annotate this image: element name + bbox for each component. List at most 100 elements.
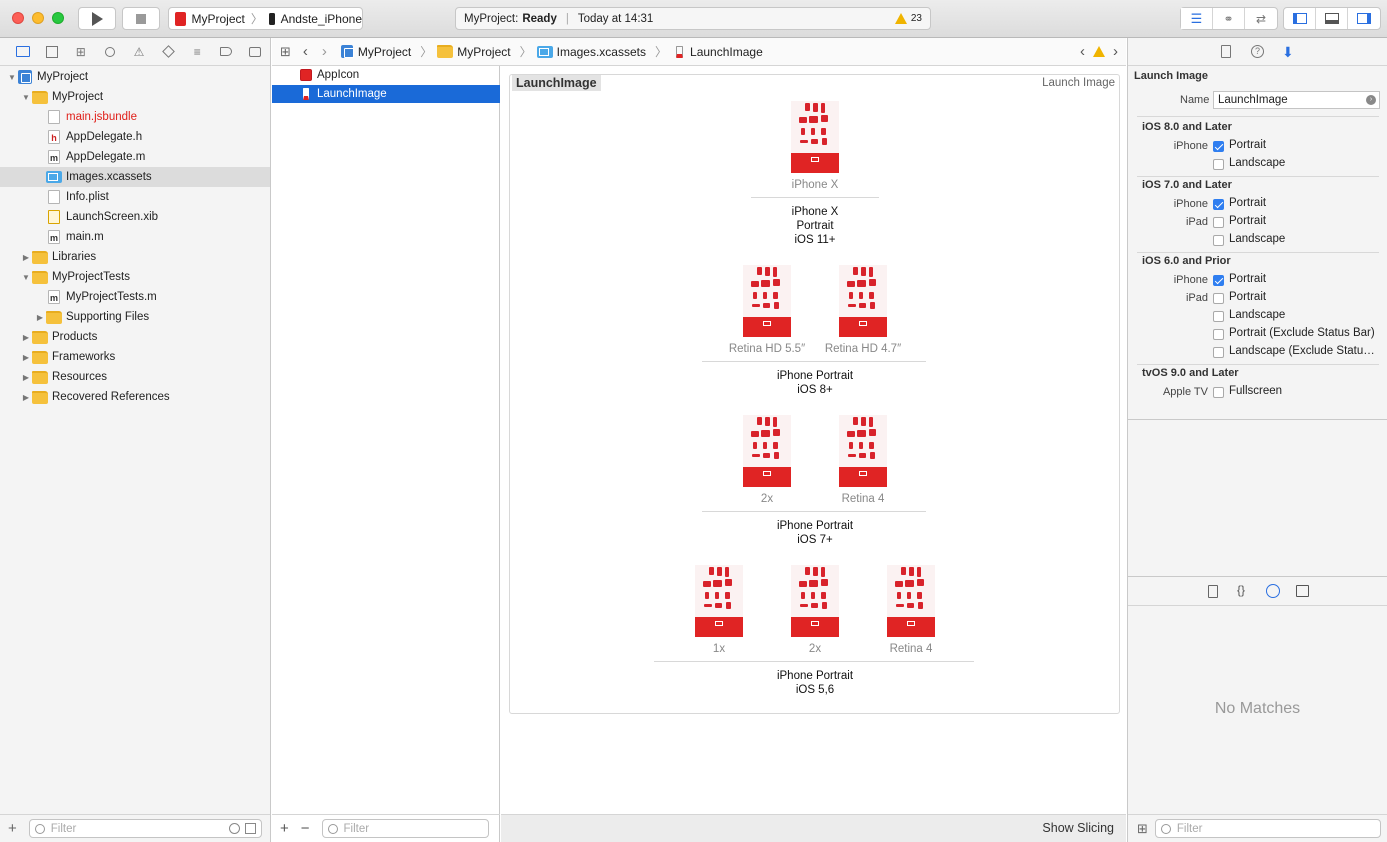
related-items-icon[interactable]: ⊞ bbox=[280, 44, 291, 60]
show-slicing-button[interactable]: Show Slicing bbox=[1042, 821, 1114, 835]
code-snippet-tab[interactable]: {} bbox=[1237, 583, 1245, 597]
navigator-filter-field[interactable]: Filter bbox=[28, 819, 262, 838]
forward-button[interactable]: › bbox=[322, 43, 327, 60]
tree-row-group-myproject[interactable]: ▼ MyProject bbox=[0, 87, 270, 107]
tree-row-root-project[interactable]: ▼ MyProject bbox=[0, 67, 270, 87]
tree-row-file-launchscreen-xib[interactable]: LaunchScreen.xib bbox=[0, 207, 270, 227]
orientation-label[interactable]: Portrait (Exclude Status Bar) bbox=[1229, 327, 1379, 339]
issue-navigator-tab[interactable]: ⚠ bbox=[124, 42, 153, 62]
run-button[interactable] bbox=[78, 7, 116, 30]
file-inspector-tab[interactable] bbox=[1221, 45, 1231, 58]
orientation-checkbox[interactable] bbox=[1213, 329, 1224, 340]
orientation-checkbox[interactable] bbox=[1213, 159, 1224, 170]
previous-issue-button[interactable]: ‹ bbox=[1080, 43, 1085, 60]
debug-navigator-tab[interactable]: ≡ bbox=[183, 42, 212, 62]
media-library-tab[interactable] bbox=[1296, 585, 1309, 597]
orientation-checkbox[interactable] bbox=[1213, 199, 1224, 210]
launch-image-thumbnail[interactable] bbox=[839, 415, 887, 487]
standard-editor-button[interactable]: ☰ bbox=[1181, 8, 1213, 29]
tree-row-group-libraries[interactable]: ▶ Libraries bbox=[0, 247, 270, 267]
assistant-editor-button[interactable]: ⚭ bbox=[1213, 8, 1245, 29]
zoom-window-button[interactable] bbox=[52, 12, 64, 24]
launch-image-thumbnail[interactable] bbox=[743, 415, 791, 487]
orientation-label[interactable]: Portrait bbox=[1229, 197, 1379, 209]
disclosure-open-icon[interactable]: ▼ bbox=[6, 73, 18, 82]
launch-image-thumbnail[interactable] bbox=[743, 265, 791, 337]
version-editor-button[interactable]: ⇄ bbox=[1245, 8, 1277, 29]
tree-row-file-main-m[interactable]: m main.m bbox=[0, 227, 270, 247]
tree-row-file-images-xcassets[interactable]: Images.xcassets bbox=[0, 167, 270, 187]
launch-image-thumbnail[interactable] bbox=[887, 565, 935, 637]
tree-row-group-resources[interactable]: ▶ Resources bbox=[0, 367, 270, 387]
orientation-checkbox[interactable] bbox=[1213, 311, 1224, 322]
disclosure-closed-icon[interactable]: ▶ bbox=[34, 313, 46, 322]
crumb-group[interactable]: MyProject bbox=[437, 45, 511, 59]
launch-image-thumbnail[interactable] bbox=[791, 565, 839, 637]
issue-warning-icon[interactable] bbox=[1093, 46, 1105, 57]
orientation-label[interactable]: Landscape bbox=[1229, 233, 1379, 245]
back-button[interactable]: ‹ bbox=[303, 43, 308, 60]
launch-image-thumbnail[interactable] bbox=[791, 101, 839, 173]
object-library-tab[interactable] bbox=[1266, 584, 1280, 598]
orientation-checkbox[interactable] bbox=[1213, 275, 1224, 286]
scm-filter-icon[interactable] bbox=[244, 823, 256, 834]
test-navigator-tab[interactable] bbox=[154, 42, 183, 62]
find-navigator-tab[interactable] bbox=[95, 42, 124, 62]
source-control-tab[interactable] bbox=[37, 42, 66, 62]
tree-row-file-myprojecttests-m[interactable]: m MyProjectTests.m bbox=[0, 287, 270, 307]
toggle-inspector-button[interactable] bbox=[1348, 8, 1380, 29]
orientation-checkbox[interactable] bbox=[1213, 347, 1224, 358]
orientation-label[interactable]: Fullscreen bbox=[1229, 385, 1379, 397]
disclosure-closed-icon[interactable]: ▶ bbox=[20, 353, 32, 362]
asset-launchimage[interactable]: LaunchImage bbox=[272, 85, 500, 103]
tree-row-group-supporting-files[interactable]: ▶ Supporting Files bbox=[0, 307, 270, 327]
orientation-checkbox[interactable] bbox=[1213, 387, 1224, 398]
disclosure-closed-icon[interactable]: ▶ bbox=[20, 253, 32, 262]
tree-row-file-appdelegate-m[interactable]: m AppDelegate.m bbox=[0, 147, 270, 167]
orientation-label[interactable]: Landscape bbox=[1229, 309, 1379, 321]
disclosure-closed-icon[interactable]: ▶ bbox=[20, 373, 32, 382]
orientation-checkbox[interactable] bbox=[1213, 293, 1224, 304]
minimize-window-button[interactable] bbox=[32, 12, 44, 24]
next-issue-button[interactable]: › bbox=[1113, 43, 1118, 60]
orientation-label[interactable]: Portrait bbox=[1229, 139, 1379, 151]
toggle-debug-area-button[interactable] bbox=[1316, 8, 1348, 29]
attributes-inspector-tab[interactable]: ⬇ bbox=[1282, 44, 1294, 61]
crumb-project[interactable]: MyProject bbox=[340, 45, 411, 59]
orientation-checkbox[interactable] bbox=[1213, 217, 1224, 228]
orientation-label[interactable]: Portrait bbox=[1229, 215, 1379, 227]
tree-row-file-main-jsbundle[interactable]: main.jsbundle bbox=[0, 107, 270, 127]
crumb-launchimage[interactable]: LaunchImage bbox=[672, 45, 763, 59]
warning-icon[interactable] bbox=[894, 13, 907, 24]
orientation-checkbox[interactable] bbox=[1213, 141, 1224, 152]
clock-icon[interactable] bbox=[228, 823, 240, 834]
asset-appicon[interactable]: AppIcon bbox=[272, 66, 500, 84]
asset-filter-field[interactable]: Filter bbox=[321, 819, 489, 838]
orientation-label[interactable]: Landscape bbox=[1229, 157, 1379, 169]
library-filter-field[interactable]: Filter bbox=[1154, 819, 1381, 838]
tree-row-group-frameworks[interactable]: ▶ Frameworks bbox=[0, 347, 270, 367]
add-asset-button[interactable]: + bbox=[280, 820, 289, 837]
tree-row-group-products[interactable]: ▶ Products bbox=[0, 327, 270, 347]
stop-button[interactable] bbox=[122, 7, 160, 30]
file-template-tab[interactable] bbox=[1208, 585, 1218, 598]
orientation-label[interactable]: Portrait bbox=[1229, 291, 1379, 303]
tree-row-file-info-plist[interactable]: Info.plist bbox=[0, 187, 270, 207]
toggle-navigator-button[interactable] bbox=[1284, 8, 1316, 29]
quick-help-tab[interactable]: ? bbox=[1251, 45, 1264, 58]
orientation-label[interactable]: Portrait bbox=[1229, 273, 1379, 285]
orientation-label[interactable]: Landscape (Exclude Status… bbox=[1229, 345, 1379, 357]
tree-row-file-appdelegate-h[interactable]: h AppDelegate.h bbox=[0, 127, 270, 147]
orientation-checkbox[interactable] bbox=[1213, 235, 1224, 246]
disclosure-open-icon[interactable]: ▼ bbox=[20, 93, 32, 102]
project-navigator-tab[interactable] bbox=[8, 42, 37, 62]
grid-view-icon[interactable]: ⊞ bbox=[1137, 821, 1148, 837]
breakpoint-navigator-tab[interactable] bbox=[212, 42, 241, 62]
add-icon[interactable]: + bbox=[8, 820, 17, 837]
report-navigator-tab[interactable] bbox=[241, 42, 270, 62]
arrow-circle-icon[interactable]: › bbox=[1366, 95, 1376, 105]
symbol-navigator-tab[interactable]: ⊞ bbox=[66, 42, 95, 62]
disclosure-closed-icon[interactable]: ▶ bbox=[20, 393, 32, 402]
remove-asset-button[interactable]: − bbox=[301, 820, 310, 837]
warning-count[interactable]: 23 bbox=[911, 13, 922, 24]
